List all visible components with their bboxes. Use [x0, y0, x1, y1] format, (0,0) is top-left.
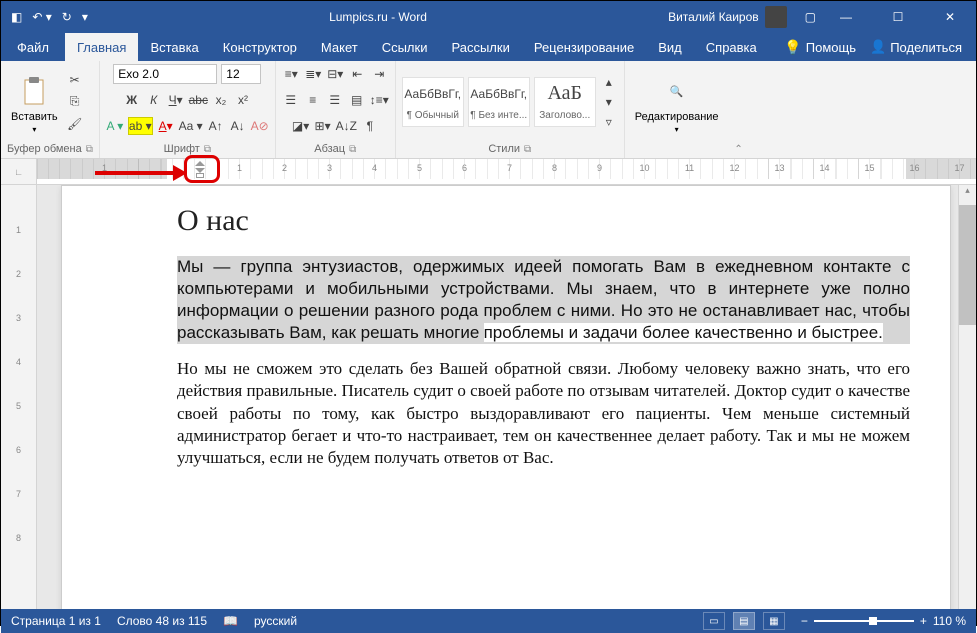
- view-read-icon[interactable]: ▭: [703, 612, 725, 630]
- minimize-button[interactable]: —: [824, 1, 868, 33]
- lightbulb-icon: 💡: [784, 39, 801, 56]
- font-name-input[interactable]: [113, 64, 217, 84]
- font-color-button[interactable]: A ▾: [157, 117, 175, 135]
- dropdown-icon: ▾: [32, 125, 36, 134]
- show-marks-button[interactable]: ¶: [361, 117, 379, 135]
- tab-insert[interactable]: Вставка: [138, 33, 210, 61]
- styles-scroll-down-icon[interactable]: ▾: [600, 93, 618, 111]
- tab-references[interactable]: Ссылки: [370, 33, 440, 61]
- clear-format-button[interactable]: A⊘: [251, 117, 269, 135]
- window-title: Lumpics.ru - Word: [88, 10, 668, 24]
- indent-marker[interactable]: [193, 161, 207, 179]
- numbering-button[interactable]: ≣▾: [304, 65, 322, 83]
- tab-view[interactable]: Вид: [646, 33, 694, 61]
- styles-scroll-up-icon[interactable]: ▴: [600, 73, 618, 91]
- tab-layout[interactable]: Макет: [309, 33, 370, 61]
- increase-indent-button[interactable]: ⇥: [370, 65, 388, 83]
- paste-button[interactable]: Вставить ▾: [7, 69, 62, 134]
- tab-selector-icon[interactable]: ∟: [1, 159, 37, 184]
- style-no-spacing[interactable]: АаБбВвГг,¶ Без инте...: [468, 77, 530, 127]
- italic-button[interactable]: К: [145, 91, 163, 109]
- maximize-button[interactable]: ☐: [876, 1, 920, 33]
- clipboard-icon: [18, 73, 50, 109]
- group-paragraph: ≡▾ ≣▾ ⊟▾ ⇤ ⇥ ☰ ≡ ☰ ▤ ↕≡▾ ◪▾ ⊞▾ A↓Z ¶ Абз…: [276, 61, 396, 158]
- title-bar: ◧ ↶ ▾ ↻ ▾ Lumpics.ru - Word Виталий Каир…: [1, 1, 976, 33]
- format-painter-icon[interactable]: 🖌: [66, 115, 84, 133]
- paragraph-selected[interactable]: Мы — группа энтузиастов, одержимых идеей…: [177, 256, 910, 344]
- group-editing: 🔍 Редактирование ▾: [625, 61, 729, 158]
- align-right-button[interactable]: ☰: [326, 91, 344, 109]
- user-name: Виталий Каиров: [668, 10, 759, 24]
- account-user[interactable]: Виталий Каиров: [668, 6, 787, 28]
- tell-me-button[interactable]: 💡Помощь: [784, 39, 856, 56]
- style-normal[interactable]: АаБбВвГг,¶ Обычный: [402, 77, 464, 127]
- tab-design[interactable]: Конструктор: [211, 33, 309, 61]
- decrease-indent-button[interactable]: ⇤: [348, 65, 366, 83]
- vertical-scrollbar[interactable]: ▴: [958, 185, 976, 609]
- search-icon: 🔍: [661, 73, 693, 109]
- sort-button[interactable]: A↓Z: [336, 117, 357, 135]
- copy-icon[interactable]: ⎘: [66, 93, 84, 111]
- collapse-ribbon-icon[interactable]: ⌃: [734, 144, 742, 155]
- paragraph-launcher-icon[interactable]: ⧉: [349, 144, 356, 155]
- paragraph[interactable]: Но мы не сможем это сделать без Вашей об…: [177, 358, 910, 468]
- bullets-button[interactable]: ≡▾: [282, 65, 300, 83]
- shading-button[interactable]: ◪▾: [292, 117, 310, 135]
- tab-review[interactable]: Рецензирование: [522, 33, 646, 61]
- borders-button[interactable]: ⊞▾: [314, 117, 332, 135]
- align-center-button[interactable]: ≡: [304, 91, 322, 109]
- shrink-font-button[interactable]: A↓: [229, 117, 247, 135]
- group-clipboard: Вставить ▾ ✂ ⎘ 🖌 Буфер обмена⧉: [1, 61, 100, 158]
- cut-icon[interactable]: ✂: [66, 71, 84, 89]
- multilevel-button[interactable]: ⊟▾: [326, 65, 344, 83]
- styles-launcher-icon[interactable]: ⧉: [524, 144, 531, 155]
- subscript-button[interactable]: x₂: [212, 91, 230, 109]
- vertical-ruler[interactable]: 12345678: [1, 185, 37, 609]
- undo-icon[interactable]: ↶ ▾: [32, 10, 51, 24]
- underline-button[interactable]: Ч ▾: [167, 91, 185, 109]
- group-font: Ж К Ч ▾ abc x₂ x² A ▾ ab ▾ A ▾ Aa ▾ A↑ A…: [100, 61, 276, 158]
- avatar-icon: [765, 6, 787, 28]
- change-case-button[interactable]: Aa ▾: [179, 117, 203, 135]
- group-styles: АаБбВвГг,¶ Обычный АаБбВвГг,¶ Без инте..…: [396, 61, 625, 158]
- line-spacing-button[interactable]: ↕≡▾: [370, 91, 389, 109]
- ribbon-tabs: Файл Главная Вставка Конструктор Макет С…: [1, 33, 976, 61]
- align-justify-button[interactable]: ▤: [348, 91, 366, 109]
- document-viewport[interactable]: О нас Мы — группа энтузиастов, одержимых…: [37, 185, 958, 609]
- redo-icon[interactable]: ↻: [62, 10, 72, 24]
- styles-more-icon[interactable]: ▿: [600, 113, 618, 131]
- tab-help[interactable]: Справка: [694, 33, 769, 61]
- horizontal-ruler[interactable]: ∟ 1 1234567891011121314151617: [1, 159, 976, 185]
- highlight-button[interactable]: ab ▾: [128, 117, 153, 135]
- font-launcher-icon[interactable]: ⧉: [204, 144, 211, 155]
- heading[interactable]: О нас: [177, 204, 910, 238]
- status-bar: Страница 1 из 1 Слово 48 из 115 📖 русски…: [1, 609, 976, 633]
- bold-button[interactable]: Ж: [123, 91, 141, 109]
- align-left-button[interactable]: ☰: [282, 91, 300, 109]
- page[interactable]: О нас Мы — группа энтузиастов, одержимых…: [61, 185, 951, 609]
- document-area: 12345678 О нас Мы — группа энтузиастов, …: [1, 185, 976, 609]
- tab-home[interactable]: Главная: [65, 33, 138, 61]
- grow-font-button[interactable]: A↑: [207, 117, 225, 135]
- view-web-icon[interactable]: ▦: [763, 612, 785, 630]
- share-button[interactable]: 👤Поделиться: [870, 39, 962, 55]
- font-size-input[interactable]: [221, 64, 261, 84]
- scrollbar-thumb[interactable]: [959, 205, 976, 325]
- autosave-icon[interactable]: ◧: [11, 10, 22, 24]
- view-print-icon[interactable]: ▤: [733, 612, 755, 630]
- zoom-slider[interactable]: [814, 620, 914, 622]
- find-button[interactable]: 🔍 Редактирование ▾: [631, 69, 723, 134]
- clipboard-launcher-icon[interactable]: ⧉: [86, 144, 93, 155]
- dropdown-icon: ▾: [675, 125, 679, 134]
- close-button[interactable]: ✕: [928, 1, 972, 33]
- ribbon-display-icon[interactable]: ▢: [805, 10, 816, 24]
- style-heading[interactable]: АаБЗаголово...: [534, 77, 596, 127]
- strike-button[interactable]: abc: [189, 91, 208, 109]
- ribbon: Вставить ▾ ✂ ⎘ 🖌 Буфер обмена⧉ Ж К Ч ▾ a…: [1, 61, 976, 159]
- tab-mailings[interactable]: Рассылки: [439, 33, 521, 61]
- text-effects-button[interactable]: A ▾: [106, 117, 124, 135]
- share-icon: 👤: [870, 39, 886, 55]
- superscript-button[interactable]: x²: [234, 91, 252, 109]
- tab-file[interactable]: Файл: [1, 33, 65, 61]
